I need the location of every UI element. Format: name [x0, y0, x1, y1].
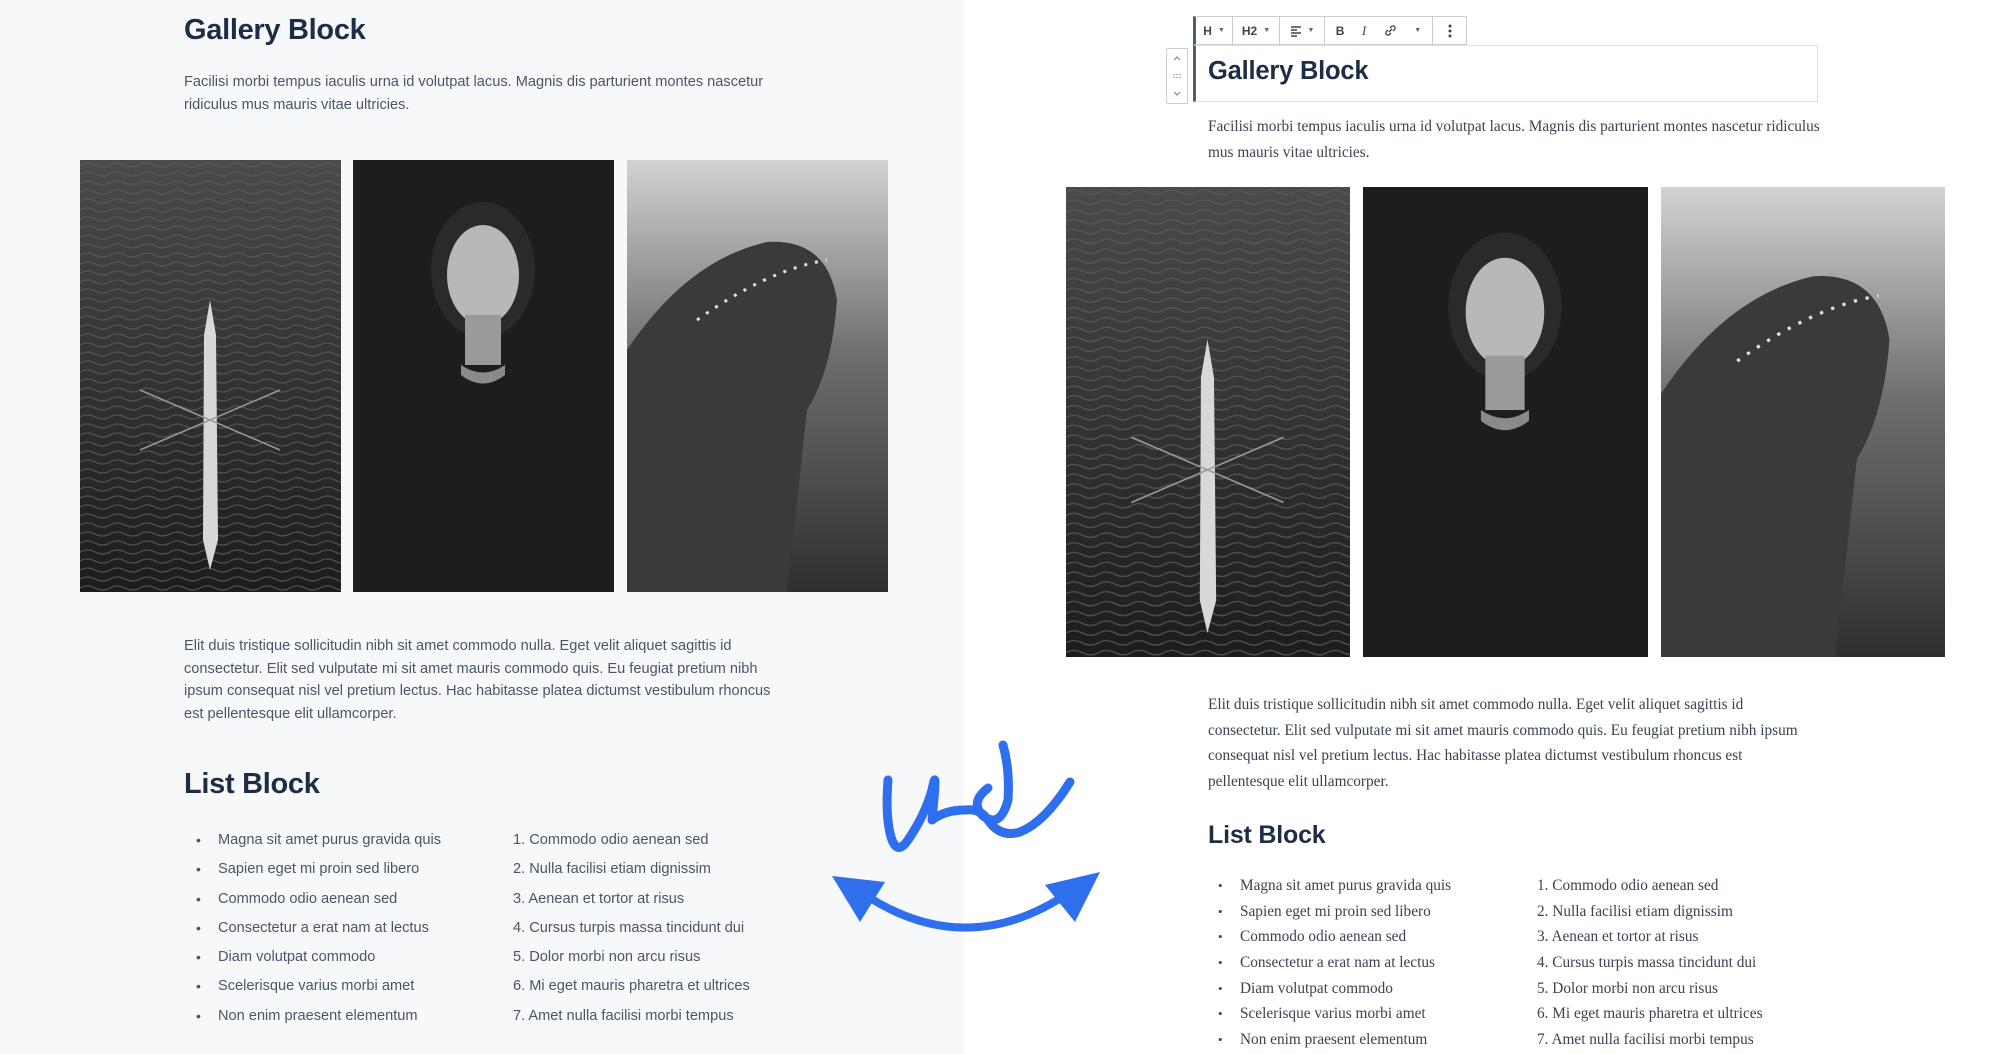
- list-item[interactable]: 2. Nulla facilisi etiam dignissim: [1537, 899, 1763, 925]
- editor-gallery-heading[interactable]: Gallery Block: [1208, 57, 1369, 86]
- heading-level-dropdown[interactable]: H2 ▼: [1233, 17, 1280, 44]
- flower-crown-image: [1661, 187, 1945, 657]
- more-options-button[interactable]: [1433, 17, 1466, 44]
- list-item[interactable]: 3. Aenean et tortor at risus: [1537, 924, 1763, 950]
- list-item: • Diam volutpat commodo: [196, 943, 441, 972]
- bullet-icon: •: [196, 949, 201, 966]
- rowing-boat-image: [1066, 187, 1350, 657]
- list-heading: List Block: [184, 768, 320, 800]
- align-button[interactable]: ▼: [1290, 25, 1315, 37]
- editor-gallery-image-rowing[interactable]: [1066, 187, 1350, 657]
- list-item[interactable]: 1. Commodo odio aenean sed: [1537, 873, 1763, 899]
- block-type-switcher[interactable]: H ▼: [1196, 17, 1233, 44]
- move-down-button[interactable]: [1173, 87, 1181, 101]
- list-item: 7. Amet nulla facilisi morbi tempus: [513, 1007, 734, 1024]
- flower-crown-image: [627, 160, 888, 592]
- heading-block-button[interactable]: H ▼: [1203, 24, 1225, 38]
- bullet-icon: •: [1218, 955, 1223, 971]
- body-paragraph: Elit duis tristique sollicitudin nibh si…: [184, 638, 771, 722]
- bullet-icon: •: [196, 832, 201, 848]
- bullet-icon: •: [196, 978, 201, 995]
- list-item: 4. Cursus turpis massa tincidunt dui: [513, 919, 745, 936]
- bullet-icon: •: [1218, 878, 1223, 893]
- gallery-heading: Gallery Block: [184, 14, 366, 46]
- bullet-icon: •: [1218, 903, 1223, 919]
- heading-level-button[interactable]: H2 ▼: [1242, 24, 1270, 38]
- list-item: 6. Mi eget mauris pharetra et ultrices: [513, 978, 750, 995]
- format-controls: B I ▼: [1325, 17, 1433, 44]
- unordered-list: • Magna sit amet purus gravida quis • Sapi…: [196, 826, 441, 1031]
- gallery-intro-paragraph: Facilisi morbi tempus iaculis urna id vo…: [184, 74, 764, 113]
- list-item: • Non enim praesent elementum: [196, 1002, 441, 1031]
- list-item: 3. Aenean et tortor at risus: [513, 890, 685, 907]
- list-item[interactable]: • Commodo odio aenean sed: [1218, 924, 1451, 950]
- move-up-button[interactable]: [1173, 51, 1181, 65]
- arrow-right-head-icon: [1045, 872, 1100, 922]
- gallery-image-flower-crown[interactable]: [627, 160, 888, 592]
- bullet-icon: •: [196, 919, 201, 936]
- link-icon: [1385, 25, 1396, 36]
- list-item: • Sapien eget mi proin sed libero: [196, 855, 441, 884]
- bullet-icon: •: [196, 861, 201, 878]
- list-item: • Magna sit amet purus gravida quis: [196, 826, 441, 855]
- list-item[interactable]: 5. Dolor morbi non arcu risus: [1537, 976, 1763, 1002]
- bold-button[interactable]: B: [1336, 24, 1345, 38]
- list-item: 2. Nulla facilisi etiam dignissim: [513, 861, 711, 878]
- list-item[interactable]: 6. Mi eget mauris pharetra et ultrices: [1537, 1001, 1763, 1027]
- more-vertical-icon: [1448, 24, 1451, 37]
- list-item[interactable]: • Consectetur a erat nam at lectus: [1218, 950, 1451, 976]
- bullet-icon: •: [1218, 980, 1223, 996]
- list-item: • Consectetur a erat nam at lectus: [196, 914, 441, 943]
- vs-letter-s: [972, 740, 1013, 825]
- list-item: 1. Commodo odio aenean sed: [513, 832, 709, 848]
- drag-handle[interactable]: [1173, 69, 1181, 83]
- portrait-image: [353, 160, 614, 592]
- list-item[interactable]: • Scelerisque varius morbi amet: [1218, 1001, 1451, 1027]
- caret-down-icon: ▼: [1217, 27, 1225, 34]
- editor-gallery-image-flower-crown[interactable]: [1661, 187, 1945, 657]
- editor-ordered-list[interactable]: 1. Commodo odio aenean sed 2. Nulla faci…: [1537, 873, 1763, 1053]
- gallery-image-rowing[interactable]: [80, 160, 341, 592]
- chevron-up-icon: [1173, 56, 1181, 61]
- bullet-icon: •: [1218, 929, 1223, 945]
- list-item[interactable]: • Magna sit amet purus gravida quis: [1218, 873, 1451, 899]
- list-item[interactable]: • Non enim praesent elementum: [1218, 1027, 1451, 1053]
- list-item[interactable]: • Diam volutpat commodo: [1218, 976, 1451, 1002]
- caret-down-icon: ▼: [1307, 27, 1315, 34]
- rowing-boat-image: [80, 160, 341, 592]
- editor-list-heading[interactable]: List Block: [1208, 821, 1326, 850]
- more-formats-caret-icon[interactable]: ▼: [1414, 27, 1421, 34]
- double-arrow-curve: [866, 888, 1074, 932]
- editor-body-paragraph[interactable]: Elit duis tristique sollicitudin nibh si…: [1208, 692, 1818, 795]
- bullet-icon: •: [1218, 1032, 1223, 1048]
- italic-button[interactable]: I: [1362, 23, 1366, 39]
- list-item[interactable]: • Sapien eget mi proin sed libero: [1218, 899, 1451, 925]
- bullet-icon: •: [196, 1007, 201, 1024]
- chevron-down-icon: [1173, 91, 1181, 96]
- portrait-image: [1363, 187, 1648, 657]
- editor-gallery-image-portrait[interactable]: [1363, 187, 1648, 657]
- bullet-icon: •: [196, 890, 201, 907]
- editor-unordered-list[interactable]: • Magna sit amet purus gravida quis • Sapi…: [1218, 873, 1451, 1053]
- vs-comparison-graphic: [832, 740, 1100, 932]
- align-left-icon: [1290, 25, 1301, 37]
- list-item: • Scelerisque varius morbi amet: [196, 972, 441, 1001]
- bullet-icon: •: [1218, 1006, 1223, 1022]
- caret-down-icon: ▼: [1263, 27, 1271, 34]
- list-item: 5. Dolor morbi non arcu risus: [513, 949, 701, 966]
- list-item: • Commodo odio aenean sed: [196, 885, 441, 914]
- ordered-list: 1. Commodo odio aenean sed 2. Nulla faci…: [513, 826, 750, 1031]
- list-item[interactable]: 7. Amet nulla facilisi morbi tempus: [1537, 1027, 1763, 1053]
- drag-handle-icon: [1173, 73, 1181, 79]
- block-mover: [1166, 48, 1188, 104]
- gallery-image-portrait[interactable]: [353, 160, 614, 592]
- block-toolbar: H ▼ H2 ▼ ▼ B I ▼: [1193, 16, 1467, 45]
- alignment-dropdown[interactable]: ▼: [1280, 17, 1325, 44]
- link-button[interactable]: [1384, 24, 1397, 37]
- editor-gallery-intro-paragraph[interactable]: Facilisi morbi tempus iaculis urna id vo…: [1208, 114, 1828, 165]
- list-item[interactable]: 4. Cursus turpis massa tincidunt dui: [1537, 950, 1763, 976]
